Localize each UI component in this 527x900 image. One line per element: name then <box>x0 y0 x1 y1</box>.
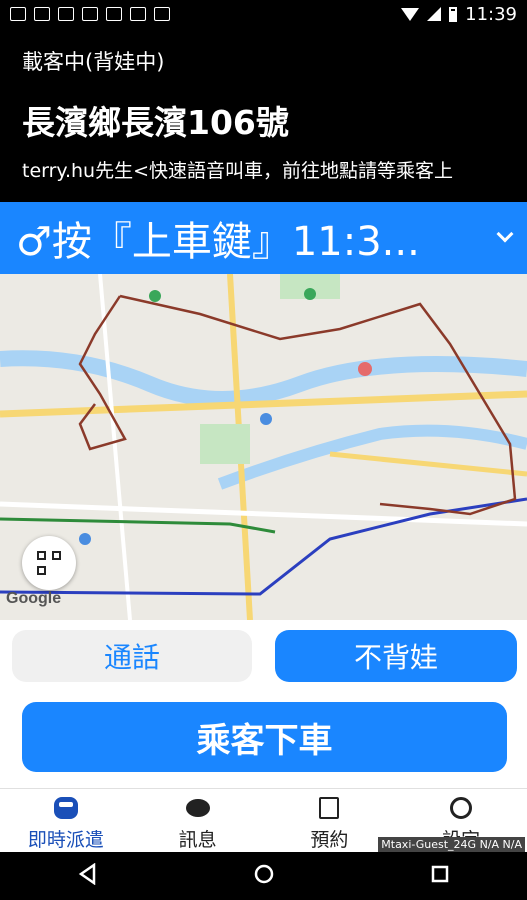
bottom-tab-bar: 即時派遣 訊息 預約 設定 Mtaxi-Guest_24G N/A N/A <box>0 788 527 852</box>
user-icon <box>58 7 74 21</box>
no-back-button[interactable]: 不背娃 <box>275 630 517 682</box>
qr-code-icon <box>37 551 61 575</box>
tab-messages[interactable]: 訊息 <box>132 789 264 852</box>
passenger-alight-button[interactable]: 乘客下車 <box>22 702 507 772</box>
trip-header: 載客中(背娃中) 長濱鄉長濱106號 terry.hu先生<快速語音叫車，前往地… <box>0 28 527 202</box>
map-canvas[interactable] <box>0 274 527 620</box>
map-attribution: Google <box>6 590 62 607</box>
chevron-down-icon[interactable] <box>496 225 514 243</box>
note-edit-icon <box>319 797 340 819</box>
wifi-icon <box>401 7 420 21</box>
system-nav-bar <box>0 852 527 900</box>
route-map[interactable]: Google <box>0 274 527 620</box>
flag-icon <box>154 7 170 21</box>
image-icon <box>34 7 50 21</box>
passenger-info: terry.hu先生<快速語音叫車，前往地點請等乘客上 <box>22 160 454 182</box>
tab-dispatch-label: 即時派遣 <box>27 829 104 851</box>
recents-icon[interactable] <box>430 864 450 888</box>
action-panel: 通話 不背娃 乘客下車 <box>0 620 527 788</box>
n-icon-2 <box>130 7 146 21</box>
trip-status: 載客中(背娃中) <box>22 50 165 74</box>
tab-messages-label: 訊息 <box>178 829 217 851</box>
destination-address: 長濱鄉長濱106號 <box>22 103 289 142</box>
pickup-banner[interactable]: ♂按『上車鍵』11:3... <box>0 202 527 274</box>
call-button[interactable]: 通話 <box>12 630 252 682</box>
home-icon[interactable] <box>253 863 275 889</box>
n-icon <box>82 7 98 21</box>
signal-icon <box>427 7 442 21</box>
notification-icons <box>10 7 170 21</box>
chat-bubble-icon <box>185 799 210 817</box>
status-time: 11:39 <box>465 3 517 25</box>
tab-dispatch[interactable]: 即時派遣 <box>0 789 132 852</box>
banner-text: ♂按『上車鍵』11:3... <box>16 219 420 265</box>
status-bar: 11:39 <box>0 0 527 28</box>
back-icon[interactable] <box>78 862 98 889</box>
car-icon <box>53 797 78 819</box>
qr-code-button[interactable] <box>22 536 76 590</box>
tab-reservation-label: 預約 <box>310 829 349 851</box>
mail-icon <box>10 7 26 21</box>
gear-icon <box>450 797 473 819</box>
battery-icon <box>449 6 458 22</box>
car-notify-icon <box>106 7 122 21</box>
tab-reservation[interactable]: 預約 <box>264 789 396 852</box>
wifi-status-note: Mtaxi-Guest_24G N/A N/A <box>378 837 525 852</box>
